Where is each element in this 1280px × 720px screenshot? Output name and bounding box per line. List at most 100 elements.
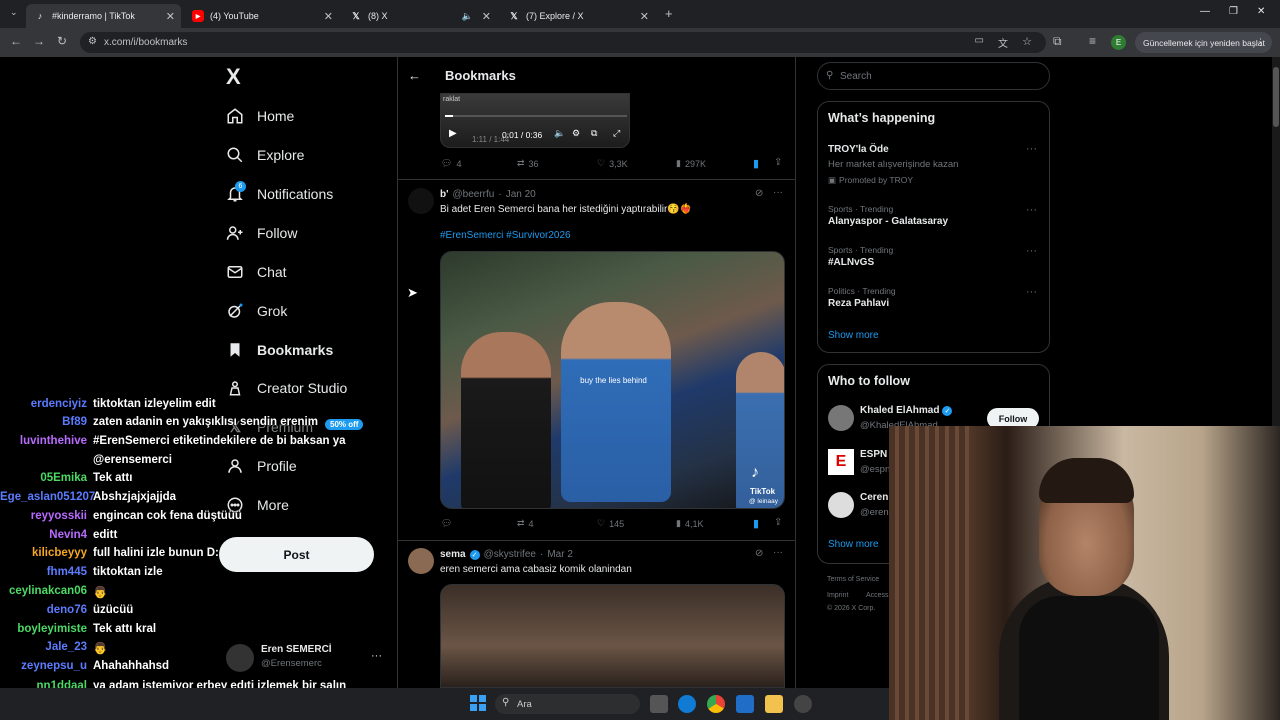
forward-icon[interactable]: → xyxy=(33,34,45,48)
tab-explore[interactable]: 𝕏 (7) Explore / X ✕ xyxy=(500,4,655,28)
repost-button[interactable]: ⇄ 4 xyxy=(517,518,534,529)
tweet-author-name[interactable]: sema xyxy=(440,549,466,560)
chat-username[interactable]: Bf89 xyxy=(0,416,93,434)
chat-username[interactable]: deno76 xyxy=(0,604,93,622)
chat-username[interactable]: kilicbeyyy xyxy=(0,547,93,565)
update-button[interactable]: Güncellemek için yeniden başlat ⋮ xyxy=(1135,32,1272,53)
app-icon[interactable] xyxy=(794,695,812,713)
grok-explain-icon[interactable]: ⊘ xyxy=(755,188,763,199)
volume-icon[interactable]: 🔈 xyxy=(554,128,565,139)
scrollbar-thumb[interactable] xyxy=(1273,67,1279,127)
fullscreen-icon[interactable]: ⤢ xyxy=(613,128,620,139)
chat-username[interactable]: zeynepsu_u xyxy=(0,660,93,678)
more-icon[interactable]: ··· xyxy=(371,650,382,662)
share-button[interactable]: ⇪ xyxy=(774,517,782,528)
chat-username[interactable]: Nevin4 xyxy=(0,529,93,547)
close-icon[interactable]: ✕ xyxy=(166,10,175,23)
chat-username[interactable]: 05Emika xyxy=(0,472,93,490)
video-progress-bar[interactable] xyxy=(445,115,627,117)
close-window-icon[interactable]: ✕ xyxy=(1257,6,1265,17)
tab-youtube[interactable]: ▶ (4) YouTube ✕ xyxy=(184,4,339,28)
translate-icon[interactable]: 文 xyxy=(998,35,1008,50)
like-button[interactable]: ♡ 3,3K xyxy=(597,158,628,169)
tweet-author-handle[interactable]: @beerrfu xyxy=(453,189,495,200)
tweet-author-handle[interactable]: @skystrifee xyxy=(484,549,536,560)
chat-username[interactable]: fhm445 xyxy=(0,566,93,584)
espn-avatar[interactable]: E xyxy=(828,449,854,475)
back-arrow-icon[interactable]: ← xyxy=(408,68,421,83)
tweet-video[interactable]: buy the lies behind ♪ TikTok @ leinaay xyxy=(440,251,785,509)
nav-creator-studio[interactable]: Creator Studio xyxy=(225,373,347,403)
profile-avatar[interactable]: E xyxy=(1111,35,1126,50)
address-bar[interactable]: ⚙ x.com/i/bookmarks ▭ 文 ☆ xyxy=(80,32,1046,53)
tweet-hashtags[interactable]: #ErenSemerci #Survivor2026 xyxy=(440,230,571,241)
back-icon[interactable]: ← xyxy=(10,34,22,48)
more-icon[interactable]: ··· xyxy=(1026,245,1037,257)
chat-username[interactable]: ceylinakcan06 xyxy=(0,585,93,603)
show-more-link[interactable]: Show more xyxy=(828,330,879,341)
file-explorer-icon[interactable] xyxy=(765,695,783,713)
nav-follow[interactable]: Follow xyxy=(225,218,297,248)
mail-app-icon[interactable] xyxy=(736,695,754,713)
chrome-icon[interactable] xyxy=(707,695,725,713)
nav-home[interactable]: Home xyxy=(225,101,294,131)
more-icon[interactable]: ··· xyxy=(773,547,783,558)
more-icon[interactable]: ··· xyxy=(773,187,783,198)
trend-item[interactable]: Sports · Trending Alanyaspor - Galatasar… xyxy=(818,200,1051,236)
star-icon[interactable]: ☆ xyxy=(1022,35,1032,48)
extensions-icon[interactable]: ⧉ xyxy=(1053,34,1062,49)
more-icon[interactable]: ··· xyxy=(1026,286,1037,298)
footer-link[interactable]: Access xyxy=(866,592,889,599)
nav-bookmarks[interactable]: Bookmarks xyxy=(225,335,333,365)
nav-chat[interactable]: Chat xyxy=(225,257,287,287)
follow-suggestion[interactable]: Khaled ElAhmad ✓ xyxy=(860,405,953,416)
trend-item[interactable]: Sports · Trending #ALNvGS ··· xyxy=(818,241,1051,277)
pip-icon[interactable]: ⧉ xyxy=(591,128,597,139)
nav-explore[interactable]: Explore xyxy=(225,140,304,170)
repost-button[interactable]: ⇄ 36 xyxy=(517,158,539,169)
avatar[interactable] xyxy=(828,492,854,518)
chat-username[interactable]: reyyosskii xyxy=(0,510,93,528)
more-icon[interactable]: ··· xyxy=(1026,204,1037,216)
views-button[interactable]: ▮ 297K xyxy=(676,158,706,169)
footer-link[interactable]: Imprint xyxy=(827,592,848,599)
close-icon[interactable]: ✕ xyxy=(482,10,491,23)
bookmark-button[interactable]: ▮ xyxy=(753,517,759,530)
trend-item[interactable]: TROY'la Öde Her market alışverişinde kaz… xyxy=(818,138,1051,188)
views-button[interactable]: ▮ 4,1K xyxy=(676,518,703,529)
like-button[interactable]: ♡ 145 xyxy=(597,518,624,529)
speaker-icon[interactable]: 🔈 xyxy=(462,11,473,22)
trend-item[interactable]: Politics · Trending Reza Pahlavi ··· xyxy=(818,282,1051,318)
tab-tiktok[interactable]: ♪ #kinderramo | TikTok ✕ xyxy=(26,4,181,28)
settings-icon[interactable]: ⚙ xyxy=(572,128,580,139)
edge-icon[interactable] xyxy=(678,695,696,713)
nav-notifications[interactable]: 6 Notifications xyxy=(225,179,333,209)
media-icon[interactable]: ≡ xyxy=(1089,34,1096,48)
task-view-icon[interactable] xyxy=(650,695,668,713)
install-icon[interactable]: ▭ xyxy=(975,35,984,46)
x-logo[interactable]: X xyxy=(226,64,241,90)
site-info-icon[interactable]: ⚙ xyxy=(88,36,97,47)
grok-explain-icon[interactable]: ⊘ xyxy=(755,548,763,559)
bookmark-button[interactable]: ▮ xyxy=(753,157,759,170)
chat-username[interactable]: boyleyimiste xyxy=(0,623,93,641)
reload-icon[interactable]: ↻ xyxy=(57,34,67,48)
chat-username[interactable]: Jale_23 xyxy=(0,641,93,659)
account-switcher[interactable]: Eren SEMERCİ @Erensemerc ··· xyxy=(226,642,386,676)
chat-username[interactable]: erdenciyiz xyxy=(0,398,93,416)
minimize-icon[interactable]: — xyxy=(1200,6,1210,17)
reply-button[interactable]: 💬︎ 4 xyxy=(441,158,461,169)
windows-start-icon[interactable] xyxy=(470,695,486,711)
new-tab-icon[interactable]: + xyxy=(665,6,673,21)
tweet-date[interactable]: Jan 20 xyxy=(506,189,536,200)
restore-icon[interactable]: ❐ xyxy=(1229,6,1238,17)
avatar[interactable] xyxy=(408,548,434,574)
close-icon[interactable]: ✕ xyxy=(324,10,333,23)
suggestion-name[interactable]: Ceren xyxy=(860,492,888,503)
nav-grok[interactable]: Grok xyxy=(225,296,287,326)
tweet-video[interactable]: raklat 1:11 / 1:44 ▶ 0:01 / 0:36 🔈 ⚙ ⧉ ⤢ xyxy=(440,93,630,148)
chat-username[interactable] xyxy=(0,454,93,472)
nav-profile[interactable]: Profile xyxy=(225,451,297,481)
tweet-media[interactable] xyxy=(440,584,785,688)
taskbar-search[interactable]: ⚲ Ara xyxy=(495,694,640,714)
